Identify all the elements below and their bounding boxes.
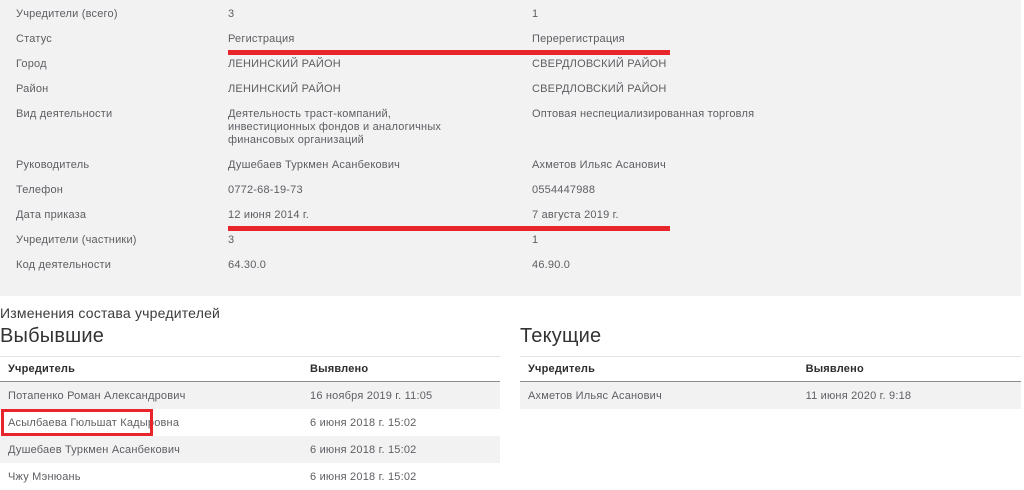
detected-date: 6 июня 2018 г. 15:02	[310, 417, 500, 429]
red-underline-annotation	[228, 226, 670, 231]
row-label: Учредители (частники)	[16, 234, 228, 247]
table-header: Учредитель Выявлено	[0, 357, 500, 382]
compare-row-activity-type: Вид деятельности Деятельность траст-комп…	[0, 102, 1021, 153]
founder-change-tables: Выбывшие Учредитель Выявлено Потапенко Р…	[0, 323, 1024, 490]
row-label: Статус	[16, 33, 228, 46]
row-value-left: ЛЕНИНСКИЙ РАЙОН	[228, 83, 460, 96]
table-header: Учредитель Выявлено	[520, 357, 1021, 382]
compare-row-director: Руководитель Душебаев Туркмен Асанбекови…	[0, 153, 1021, 178]
red-underline-annotation	[228, 50, 670, 55]
row-value-right: 46.90.0	[532, 259, 1021, 272]
row-value-right: 7 августа 2019 г.	[532, 209, 1021, 222]
founder-name: Ахметов Ильяс Асанович	[520, 390, 806, 402]
compare-row-city: Город ЛЕНИНСКИЙ РАЙОН СВЕРДЛОВСКИЙ РАЙОН	[0, 52, 1021, 77]
row-value-left: 3	[228, 8, 460, 21]
table-row: Асылбаева Гюльшат Кадыровна 6 июня 2018 …	[0, 409, 500, 436]
compare-row-district: Район ЛЕНИНСКИЙ РАЙОН СВЕРДЛОВСКИЙ РАЙОН	[0, 77, 1021, 102]
row-value-left: 64.30.0	[228, 259, 460, 272]
compare-row-status: Статус Регистрация Перерегистрация	[0, 27, 1021, 52]
row-value-right: СВЕРДЛОВСКИЙ РАЙОН	[532, 58, 1021, 71]
column-header-founder: Учредитель	[0, 363, 310, 375]
founder-name: Потапенко Роман Александрович	[0, 390, 310, 402]
departed-heading: Выбывшие	[0, 325, 500, 348]
table-row: Ахметов Ильяс Асанович 11 июня 2020 г. 9…	[520, 382, 1021, 409]
table-row: Потапенко Роман Александрович 16 ноября …	[0, 382, 500, 409]
compare-row-founders-total: Учредители (всего) 3 1	[0, 2, 1021, 27]
section-title-founder-changes: Изменения состава учредителей	[0, 305, 1024, 321]
row-label: Район	[16, 83, 228, 96]
row-value-right: 1	[532, 234, 1021, 247]
founder-name: Душебаев Туркмен Асанбекович	[0, 444, 310, 456]
departed-founders-table: Выбывшие Учредитель Выявлено Потапенко Р…	[0, 323, 500, 490]
detected-date: 6 июня 2018 г. 15:02	[310, 471, 500, 483]
red-box-annotation	[1, 409, 153, 436]
row-value-right: СВЕРДЛОВСКИЙ РАЙОН	[532, 83, 1021, 96]
compare-row-founders-private: Учредители (частники) 3 1	[0, 228, 1021, 253]
compare-row-phone: Телефон 0772-68-19-73 0554447988	[0, 178, 1021, 203]
row-value-left: 12 июня 2014 г.	[228, 209, 460, 222]
column-header-detected: Выявлено	[310, 363, 500, 375]
row-label: Учредители (всего)	[16, 8, 228, 21]
compare-row-order-date: Дата приказа 12 июня 2014 г. 7 августа 2…	[0, 203, 1021, 228]
row-value-left: ЛЕНИНСКИЙ РАЙОН	[228, 58, 460, 71]
row-value-right: Перерегистрация	[532, 33, 1021, 46]
row-label: Город	[16, 58, 228, 71]
row-value-left: 0772-68-19-73	[228, 184, 460, 197]
row-label: Дата приказа	[16, 209, 228, 222]
row-value-left: Деятельность траст-компаний, инвестицион…	[228, 108, 460, 147]
detected-date: 6 июня 2018 г. 15:02	[310, 444, 500, 456]
founder-name: Чжу Мэнюань	[0, 471, 310, 483]
compare-row-activity-code: Код деятельности 64.30.0 46.90.0	[0, 253, 1021, 278]
detected-date: 11 июня 2020 г. 9:18	[806, 390, 1021, 402]
row-label: Вид деятельности	[16, 108, 228, 147]
column-header-detected: Выявлено	[806, 363, 1021, 375]
table-row: Душебаев Туркмен Асанбекович 6 июня 2018…	[0, 436, 500, 463]
row-label: Код деятельности	[16, 259, 228, 272]
current-founders-table: Текущие Учредитель Выявлено Ахметов Илья…	[520, 323, 1021, 490]
row-value-right: 0554447988	[532, 184, 1021, 197]
company-comparison-block: Учредители (всего) 3 1 Статус Регистраци…	[0, 0, 1021, 296]
row-value-left: Регистрация	[228, 33, 460, 46]
row-label: Телефон	[16, 184, 228, 197]
row-value-right: Ахметов Ильяс Асанович	[532, 159, 1021, 172]
row-label: Руководитель	[16, 159, 228, 172]
detected-date: 16 ноября 2019 г. 11:05	[310, 390, 500, 402]
row-value-right: Оптовая неспециализированная торговля	[532, 108, 1021, 147]
company-report-page: Учредители (всего) 3 1 Статус Регистраци…	[0, 0, 1024, 490]
column-header-founder: Учредитель	[520, 363, 806, 375]
current-heading: Текущие	[520, 325, 1021, 348]
row-value-left: Душебаев Туркмен Асанбекович	[228, 159, 460, 172]
row-value-left: 3	[228, 234, 460, 247]
row-value-right: 1	[532, 8, 1021, 21]
